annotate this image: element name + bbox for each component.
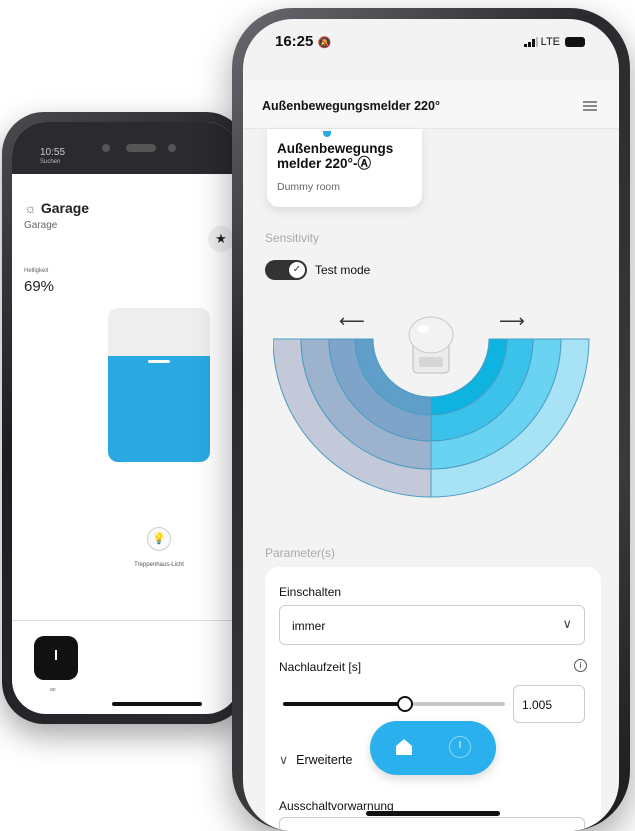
nachlaufzeit-input[interactable]: 1.005	[513, 685, 585, 723]
back-phone-screen: 10:55 Suchen ☼ Garage Garage ★ Helligkeit…	[12, 122, 240, 714]
brightness-dimmer[interactable]	[108, 308, 210, 462]
einschalten-value: immer	[292, 619, 326, 633]
back-search-link[interactable]: Suchen	[40, 159, 60, 165]
bulb-icon[interactable]: 💡	[147, 527, 171, 551]
home-icon[interactable]	[395, 738, 413, 756]
info-icon[interactable]: i	[574, 659, 587, 672]
device-room: Dummy room	[277, 181, 341, 193]
back-notch	[102, 144, 222, 154]
divider	[12, 620, 240, 621]
device-name: Außenbewegungs melder 220°-Ⓐ	[277, 141, 394, 171]
brightness-label: Helligkeit	[24, 268, 49, 274]
slider-fill	[283, 702, 405, 706]
erweiterte-toggle[interactable]: ∨ Erweiterte	[279, 752, 352, 767]
power-line-icon	[55, 650, 57, 660]
brightness-value: 69%	[24, 278, 55, 295]
room-title: ☼ Garage	[24, 200, 89, 216]
page-title: Außenbewegungsmelder 220°	[262, 99, 440, 113]
nachlaufzeit-value: 1.005	[522, 698, 553, 712]
light-name: Treppenhaus-Licht	[134, 562, 184, 568]
room-title-text: Garage	[40, 200, 90, 216]
detection-zone-diagram[interactable]	[273, 299, 593, 509]
clock-icon[interactable]	[449, 736, 471, 758]
test-mode-label: Test mode	[315, 263, 371, 277]
star-icon[interactable]: ★	[208, 226, 234, 252]
einschalten-label: Einschalten	[279, 585, 342, 599]
room-subtitle: Garage	[24, 220, 58, 231]
sensor-indicator-icon	[323, 131, 331, 137]
dimmer-handle[interactable]	[148, 360, 170, 363]
back-phone: 10:55 Suchen ☼ Garage Garage ★ Helligkeit…	[2, 112, 248, 724]
signal-icon	[523, 37, 538, 48]
back-home-indicator	[112, 702, 202, 706]
einschalten-select[interactable]: immer ∨	[279, 605, 585, 645]
bottom-nav	[370, 721, 496, 775]
device-card[interactable]: Außenbewegungs melder 220°-Ⓐ Dummy room	[267, 129, 422, 207]
parameters-label: Parameter(s)	[265, 546, 336, 560]
home-indicator	[366, 811, 500, 816]
slider-thumb[interactable]	[397, 696, 413, 712]
back-status-time: 10:55	[40, 147, 66, 158]
motion-sensor-icon	[408, 316, 454, 374]
stage: 10:55 Suchen ☼ Garage Garage ★ Helligkeit…	[0, 0, 635, 831]
chevron-down-icon: ∨	[279, 753, 289, 767]
front-phone-screen: 16:25 🔕 LTE Außenbewegungsmelder 220° Au…	[243, 19, 619, 831]
menu-icon[interactable]	[583, 101, 597, 111]
parameters-card: Einschalten immer ∨ Nachlaufzeit [s] i 1…	[265, 567, 601, 831]
nachlaufzeit-label: Nachlaufzeit [s]	[279, 660, 362, 674]
battery-icon	[565, 37, 585, 48]
dimmer-fill	[108, 356, 210, 462]
status-time: 16:25 🔕	[275, 33, 332, 50]
test-mode-toggle[interactable]: ✓	[265, 260, 307, 280]
status-bar: 16:25 🔕 LTE	[243, 19, 619, 81]
back-status-bar: 10:55 Suchen	[12, 122, 240, 174]
network-type: LTE	[540, 36, 560, 48]
nachlaufzeit-slider[interactable]	[283, 696, 505, 712]
erweiterte-label: Erweiterte	[296, 753, 353, 767]
switch-state: an	[50, 687, 56, 693]
bell-muted-icon: 🔕	[317, 37, 332, 49]
ausschalt-field[interactable]	[279, 817, 585, 831]
title-bar: Außenbewegungsmelder 220°	[243, 81, 619, 129]
sensitivity-label: Sensitivity	[265, 231, 320, 245]
status-indicators: LTE	[523, 36, 585, 48]
check-icon: ✓	[289, 262, 305, 278]
sun-icon: ☼	[24, 200, 37, 216]
switch-tile[interactable]	[34, 636, 78, 680]
front-phone: 16:25 🔕 LTE Außenbewegungsmelder 220° Au…	[232, 8, 630, 831]
chevron-down-icon: ∨	[562, 616, 572, 631]
